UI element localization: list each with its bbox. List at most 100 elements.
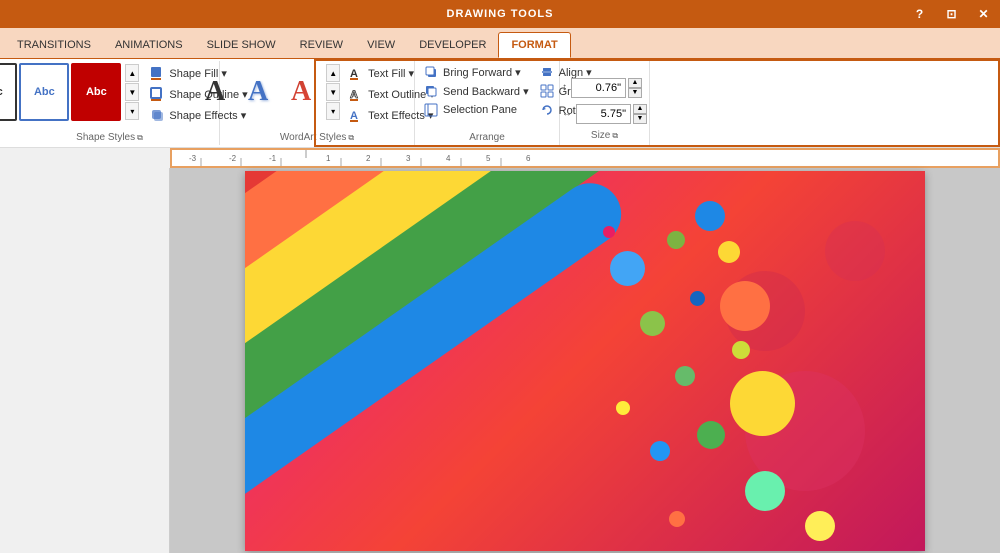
dot-lime-1 [732, 341, 750, 359]
shape-styles-expand-icon[interactable]: ⧉ [137, 133, 143, 143]
size-label: Size ⧉ [566, 130, 643, 141]
svg-text:3: 3 [406, 154, 411, 163]
dot-orange-2 [669, 511, 685, 527]
align-icon [539, 65, 555, 79]
gallery-scroll: ▲ ▼ ▾ [125, 64, 139, 120]
selection-pane-icon [423, 103, 439, 117]
wordart-styles-section: A A A ▲ ▼ ▾ A Text Fill ▾ [220, 61, 415, 145]
width-down-button[interactable]: ▼ [633, 114, 647, 124]
tab-slideshow[interactable]: SLIDE SHOW [195, 32, 288, 58]
tab-review[interactable]: REVIEW [288, 32, 355, 58]
dot-green-2 [640, 311, 665, 336]
arrange-section: Bring Forward ▾ Send Backward ▾ [415, 61, 560, 145]
bring-forward-label: Bring Forward ▾ [443, 66, 521, 79]
content-area [170, 168, 1000, 553]
main-area [0, 168, 1000, 553]
group-icon [539, 84, 555, 98]
dot-blue-4 [650, 441, 670, 461]
tab-animations[interactable]: ANIMATIONS [103, 32, 195, 58]
height-icon: ↕ [562, 82, 567, 93]
height-up-button[interactable]: ▲ [628, 78, 642, 88]
text-fill-label: Text Fill ▾ [368, 67, 414, 80]
shape-outline-icon [149, 86, 165, 102]
svg-text:-3: -3 [189, 154, 197, 163]
title-bar-controls: ? ⊡ ✕ [904, 0, 1000, 28]
wordart-scroll-up[interactable]: ▲ [326, 64, 340, 82]
height-down-button[interactable]: ▼ [628, 88, 642, 98]
bubble-3 [825, 221, 885, 281]
dot-yellow-2 [730, 371, 795, 436]
width-spinner: ▲ ▼ [633, 104, 647, 124]
width-input[interactable] [576, 104, 631, 124]
tab-format[interactable]: FORMAT [498, 32, 570, 58]
dot-green-1 [667, 231, 685, 249]
help-button[interactable]: ? [904, 0, 936, 28]
wordart-content: A A A ▲ ▼ ▾ A Text Fill ▾ [195, 63, 439, 130]
height-input[interactable] [571, 78, 626, 98]
selection-pane-button[interactable]: Selection Pane [419, 101, 533, 119]
svg-text:5: 5 [486, 154, 491, 163]
dot-yellow-4 [805, 511, 835, 541]
slide-canvas[interactable] [245, 171, 925, 551]
arrange-left: Bring Forward ▾ Send Backward ▾ [419, 63, 533, 119]
arrange-label: Arrange [419, 132, 555, 143]
gallery-scroll-up[interactable]: ▲ [125, 64, 139, 82]
shape-styles-label: Shape Styles ⧉ [4, 132, 215, 143]
shape-style-gallery: Abc Abc Abc ▲ ▼ ▾ [0, 63, 139, 121]
shape-style-btn-2[interactable]: Abc [19, 63, 69, 121]
width-up-button[interactable]: ▲ [633, 104, 647, 114]
wordart-expand-icon[interactable]: ⧉ [348, 133, 354, 143]
dot-blue-1 [695, 201, 725, 231]
height-spinner: ▲ ▼ [628, 78, 642, 98]
wordart-gallery: A A A ▲ ▼ ▾ [195, 63, 340, 121]
tab-view[interactable]: VIEW [355, 32, 407, 58]
arrange-content: Bring Forward ▾ Send Backward ▾ [419, 63, 555, 130]
title-bar: DRAWING TOOLS ? ⊡ ✕ [0, 0, 1000, 28]
dot-orange-1 [720, 281, 770, 331]
svg-text:6: 6 [526, 154, 531, 163]
dot-green-4 [697, 421, 725, 449]
wordart-btn-2[interactable]: A [238, 63, 278, 121]
svg-text:2: 2 [366, 154, 371, 163]
send-backward-button[interactable]: Send Backward ▾ [419, 82, 533, 100]
ruler: -3 -2 -1 1 2 3 4 5 6 [170, 148, 1000, 168]
height-input-row: ↕ ▲ ▼ [562, 78, 642, 98]
dot-green-3 [675, 366, 695, 386]
shape-style-btn-1[interactable]: Abc [0, 63, 17, 121]
ruler-svg: -3 -2 -1 1 2 3 4 5 6 [171, 148, 999, 168]
text-effects-icon: A [348, 107, 364, 123]
send-backward-label: Send Backward ▾ [443, 85, 529, 98]
ruler-left-spacer [0, 148, 170, 168]
bring-forward-icon [423, 65, 439, 79]
bring-forward-button[interactable]: Bring Forward ▾ [419, 63, 533, 81]
tab-developer[interactable]: DEVELOPER [407, 32, 498, 58]
dot-blue-3 [610, 251, 645, 286]
close-button[interactable]: ✕ [968, 0, 1000, 28]
size-content: ↕ ▲ ▼ ↔ ▲ ▼ [562, 65, 647, 128]
wordart-scroll-more[interactable]: ▾ [326, 102, 340, 120]
slide-panel [0, 168, 170, 553]
rotate-icon [539, 103, 555, 117]
wordart-btn-3[interactable]: A [281, 63, 321, 121]
svg-text:1: 1 [326, 154, 331, 163]
ribbon-tabs: TRANSITIONS ANIMATIONS SLIDE SHOW REVIEW… [0, 28, 1000, 58]
svg-text:4: 4 [446, 154, 451, 163]
width-input-row: ↔ ▲ ▼ [562, 104, 647, 124]
size-expand-icon[interactable]: ⧉ [612, 131, 618, 141]
svg-text:-2: -2 [229, 154, 237, 163]
size-section: ↕ ▲ ▼ ↔ ▲ ▼ Size ⧉ [560, 61, 650, 145]
tab-transitions[interactable]: TRANSITIONS [5, 32, 103, 58]
ribbon-content: Abc Abc Abc ▲ ▼ ▾ [0, 58, 1000, 148]
wordart-btn-1[interactable]: A [195, 63, 235, 121]
minimize-button[interactable]: ⊡ [936, 0, 968, 28]
wordart-label: WordArt Styles ⧉ [224, 132, 410, 143]
wordart-scroll-down[interactable]: ▼ [326, 83, 340, 101]
send-backward-icon [423, 84, 439, 98]
gallery-scroll-more[interactable]: ▾ [125, 102, 139, 120]
dot-pink-1 [603, 226, 615, 238]
title-bar-label: DRAWING TOOLS [447, 8, 554, 20]
gallery-scroll-down[interactable]: ▼ [125, 83, 139, 101]
width-icon: ↔ [562, 108, 572, 119]
shape-style-btn-3[interactable]: Abc [71, 63, 121, 121]
shape-fill-icon [149, 65, 165, 81]
